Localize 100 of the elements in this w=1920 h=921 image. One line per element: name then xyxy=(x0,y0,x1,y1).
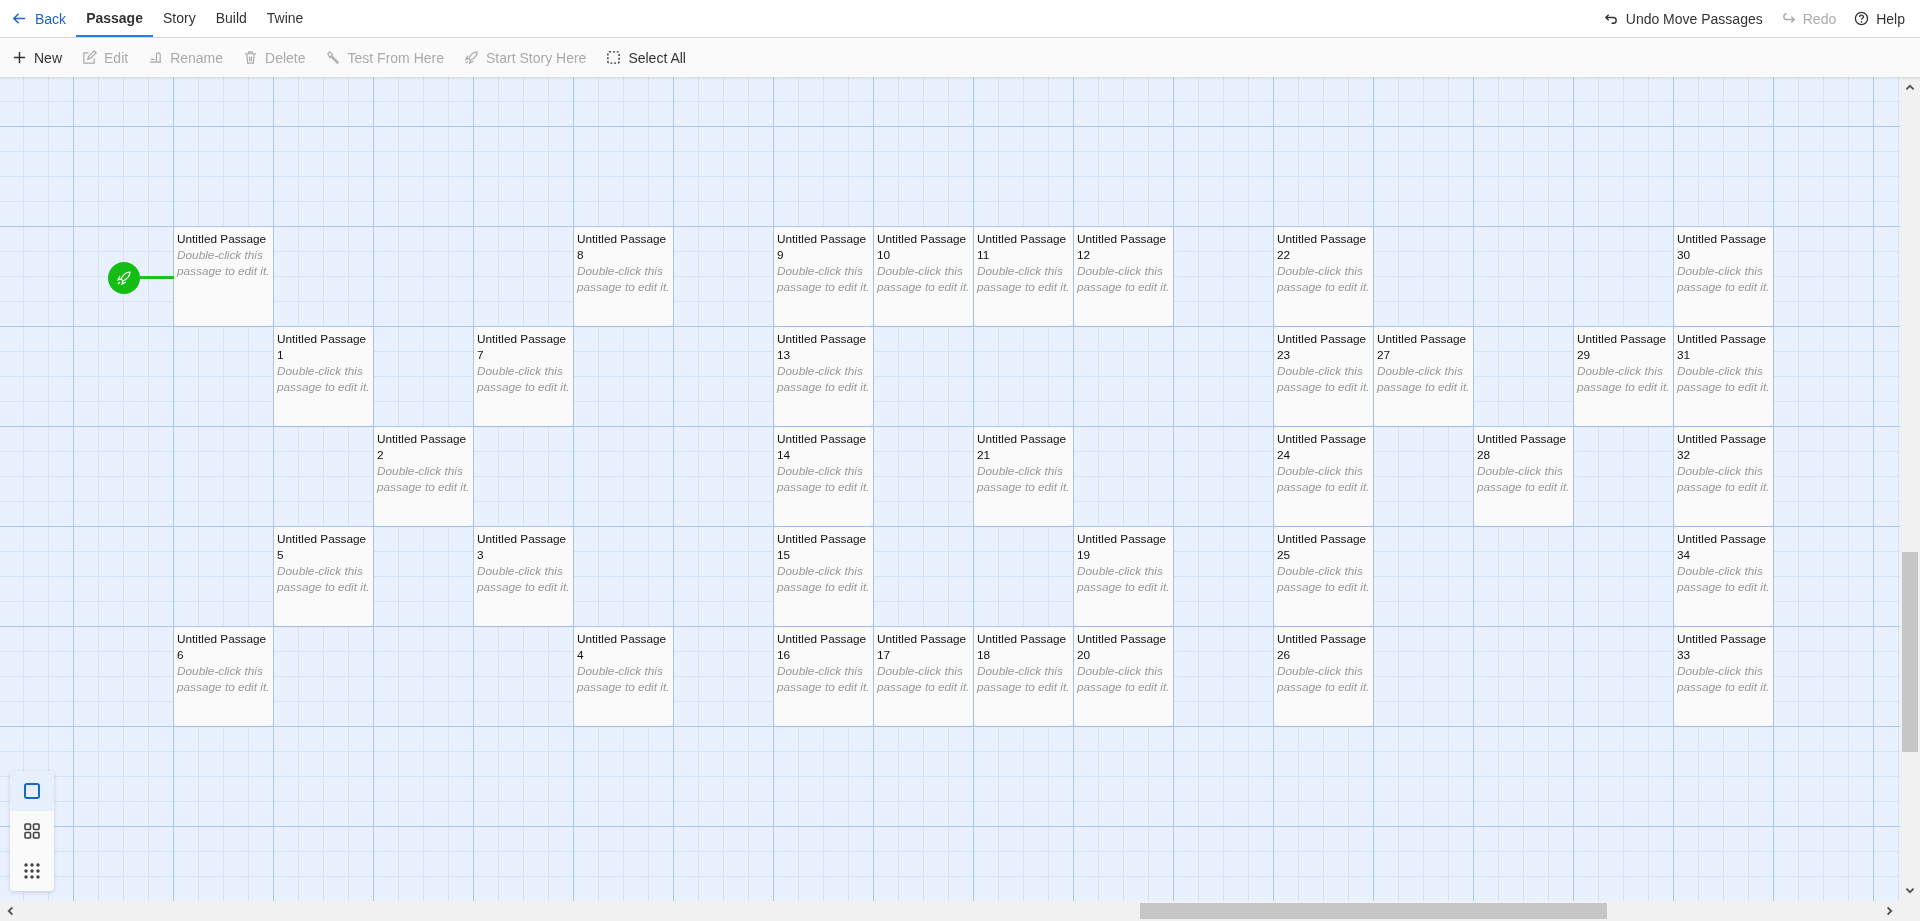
passage-excerpt: Double-click this passage to edit it. xyxy=(1677,663,1770,695)
trash-icon xyxy=(243,50,259,65)
toolbar-button[interactable]: New xyxy=(4,49,70,66)
passage-title: Untitled Passage 2 xyxy=(377,431,468,463)
passage-title: Untitled Passage 23 xyxy=(1277,331,1368,363)
passage-card[interactable]: Untitled Passage 24 Double-click this passage to edit it. xyxy=(1274,427,1373,526)
passage-title: Untitled Passage 4 xyxy=(577,631,668,663)
passage-card[interactable]: Untitled Passage 16 Double-click this passage to edit it. xyxy=(774,627,873,726)
passage-excerpt: Double-click this passage to edit it. xyxy=(877,263,970,295)
zoom-level-button[interactable] xyxy=(10,771,54,811)
passage-card[interactable]: Untitled Passage 6 Double-click this passage to edit it. xyxy=(174,627,273,726)
help-button[interactable]: Help xyxy=(1845,0,1914,37)
passage-excerpt: Double-click this passage to edit it. xyxy=(777,363,870,395)
passage-title: Untitled Passage 12 xyxy=(1077,231,1168,263)
tab[interactable]: Build xyxy=(205,0,257,37)
passage-card[interactable]: Untitled Passage 15 Double-click this passage to edit it. xyxy=(774,527,873,626)
passage-card[interactable]: Untitled Passage 30 Double-click this passage to edit it. xyxy=(1674,227,1773,326)
passage-excerpt: Double-click this passage to edit it. xyxy=(1077,563,1170,595)
horizontal-scrollbar[interactable] xyxy=(0,901,1920,921)
passage-card[interactable]: Untitled Passage 32 Double-click this passage to edit it. xyxy=(1674,427,1773,526)
passage-excerpt: Double-click this passage to edit it. xyxy=(1277,263,1370,295)
passage-card[interactable]: Untitled Passage 33 Double-click this passage to edit it. xyxy=(1674,627,1773,726)
tab[interactable]: Twine xyxy=(256,0,314,37)
passage-excerpt: Double-click this passage to edit it. xyxy=(1277,363,1370,395)
passage-title: Untitled Passage 5 xyxy=(277,531,368,563)
passage-title: Untitled Passage 25 xyxy=(1277,531,1368,563)
help-icon xyxy=(1854,11,1870,26)
passage-card[interactable]: Untitled Passage 18 Double-click this passage to edit it. xyxy=(974,627,1073,726)
passage-excerpt: Double-click this passage to edit it. xyxy=(277,563,370,595)
passage-title: Untitled Passage 29 xyxy=(1577,331,1668,363)
passage-card[interactable]: Untitled Passage 1 Double-click this passage to edit it. xyxy=(274,327,373,426)
passage-card[interactable]: Untitled Passage 27 Double-click this passage to edit it. xyxy=(1374,327,1473,426)
passage-excerpt: Double-click this passage to edit it. xyxy=(477,363,570,395)
passage-title: Untitled Passage 22 xyxy=(1277,231,1368,263)
passage-excerpt: Double-click this passage to edit it. xyxy=(777,663,870,695)
passage-card[interactable]: Untitled Passage 29 Double-click this passage to edit it. xyxy=(1574,327,1673,426)
undo-button[interactable]: Undo Move Passages xyxy=(1594,0,1772,37)
passage-title: Untitled Passage 31 xyxy=(1677,331,1768,363)
passage-title: Untitled Passage 1 xyxy=(277,331,368,363)
passage-card[interactable]: Untitled Passage 34 Double-click this passage to edit it. xyxy=(1674,527,1773,626)
passage-card[interactable]: Untitled Passage 21 Double-click this passage to edit it. xyxy=(974,427,1073,526)
rename-icon xyxy=(148,50,164,65)
tab[interactable]: Story xyxy=(152,0,206,37)
toolbar-button[interactable]: Select All xyxy=(598,49,694,66)
passage-title: Untitled Passage 11 xyxy=(977,231,1068,263)
back-button[interactable]: Back xyxy=(6,0,77,37)
passage-card[interactable]: Untitled Passage Double-click this passage to edit it. xyxy=(174,227,273,326)
passage-excerpt: Double-click this passage to edit it. xyxy=(777,263,870,295)
passage-card[interactable]: Untitled Passage 26 Double-click this passage to edit it. xyxy=(1274,627,1373,726)
passage-card[interactable]: Untitled Passage 17 Double-click this passage to edit it. xyxy=(874,627,973,726)
passage-excerpt: Double-click this passage to edit it. xyxy=(977,463,1070,495)
passage-title: Untitled Passage 27 xyxy=(1377,331,1468,363)
left-arrow-icon xyxy=(12,11,27,26)
passage-card[interactable]: Untitled Passage 10 Double-click this passage to edit it. xyxy=(874,227,973,326)
passage-card[interactable]: Untitled Passage 19 Double-click this passage to edit it. xyxy=(1074,527,1173,626)
passage-card[interactable]: Untitled Passage 12 Double-click this passage to edit it. xyxy=(1074,227,1173,326)
passage-card[interactable]: Untitled Passage 13 Double-click this passage to edit it. xyxy=(774,327,873,426)
passage-title: Untitled Passage 28 xyxy=(1477,431,1568,463)
scrollbar-thumb[interactable] xyxy=(1140,903,1607,919)
passage-excerpt: Double-click this passage to edit it. xyxy=(1277,663,1370,695)
passage-excerpt: Double-click this passage to edit it. xyxy=(777,463,870,495)
passage-title: Untitled Passage 20 xyxy=(1077,631,1168,663)
passage-excerpt: Double-click this passage to edit it. xyxy=(877,663,970,695)
passage-card[interactable]: Untitled Passage 3 Double-click this passage to edit it. xyxy=(474,527,573,626)
passage-title: Untitled Passage xyxy=(177,231,268,247)
passage-card[interactable]: Untitled Passage 14 Double-click this passage to edit it. xyxy=(774,427,873,526)
passage-card[interactable]: Untitled Passage 8 Double-click this passage to edit it. xyxy=(574,227,673,326)
passage-excerpt: Double-click this passage to edit it. xyxy=(1577,363,1670,395)
vertical-scrollbar[interactable] xyxy=(1900,77,1920,901)
passage-card[interactable]: Untitled Passage 23 Double-click this passage to edit it. xyxy=(1274,327,1373,426)
scrollbar-thumb[interactable] xyxy=(1902,552,1918,752)
passage-card[interactable]: Untitled Passage 5 Double-click this passage to edit it. xyxy=(274,527,373,626)
passage-title: Untitled Passage 33 xyxy=(1677,631,1768,663)
passage-card[interactable]: Untitled Passage 25 Double-click this passage to edit it. xyxy=(1274,527,1373,626)
passage-title: Untitled Passage 18 xyxy=(977,631,1068,663)
four-squares-icon xyxy=(23,822,41,840)
passage-card[interactable]: Untitled Passage 28 Double-click this passage to edit it. xyxy=(1474,427,1573,526)
passage-card[interactable]: Untitled Passage 31 Double-click this passage to edit it. xyxy=(1674,327,1773,426)
rocket-icon xyxy=(116,270,132,286)
passage-excerpt: Double-click this passage to edit it. xyxy=(1277,563,1370,595)
passage-title: Untitled Passage 16 xyxy=(777,631,868,663)
passage-excerpt: Double-click this passage to edit it. xyxy=(477,563,570,595)
passage-excerpt: Double-click this passage to edit it. xyxy=(977,663,1070,695)
passage-excerpt: Double-click this passage to edit it. xyxy=(1077,263,1170,295)
passage-excerpt: Double-click this passage to edit it. xyxy=(577,663,670,695)
passage-card[interactable]: Untitled Passage 22 Double-click this passage to edit it. xyxy=(1274,227,1373,326)
passage-card[interactable]: Untitled Passage 11 Double-click this passage to edit it. xyxy=(974,227,1073,326)
passage-title: Untitled Passage 6 xyxy=(177,631,268,663)
passage-card[interactable]: Untitled Passage 7 Double-click this passage to edit it. xyxy=(474,327,573,426)
passage-excerpt: Double-click this passage to edit it. xyxy=(1277,463,1370,495)
passage-card[interactable]: Untitled Passage 2 Double-click this passage to edit it. xyxy=(374,427,473,526)
passage-card[interactable]: Untitled Passage 20 Double-click this passage to edit it. xyxy=(1074,627,1173,726)
passage-excerpt: Double-click this passage to edit it. xyxy=(577,263,670,295)
rocket-icon xyxy=(464,50,479,65)
passage-title: Untitled Passage 32 xyxy=(1677,431,1768,463)
passage-excerpt: Double-click this passage to edit it. xyxy=(1677,263,1770,295)
passage-excerpt: Double-click this passage to edit it. xyxy=(377,463,470,495)
passage-card[interactable]: Untitled Passage 9 Double-click this passage to edit it. xyxy=(774,227,873,326)
passage-title: Untitled Passage 14 xyxy=(777,431,868,463)
passage-card[interactable]: Untitled Passage 4 Double-click this passage to edit it. xyxy=(574,627,673,726)
